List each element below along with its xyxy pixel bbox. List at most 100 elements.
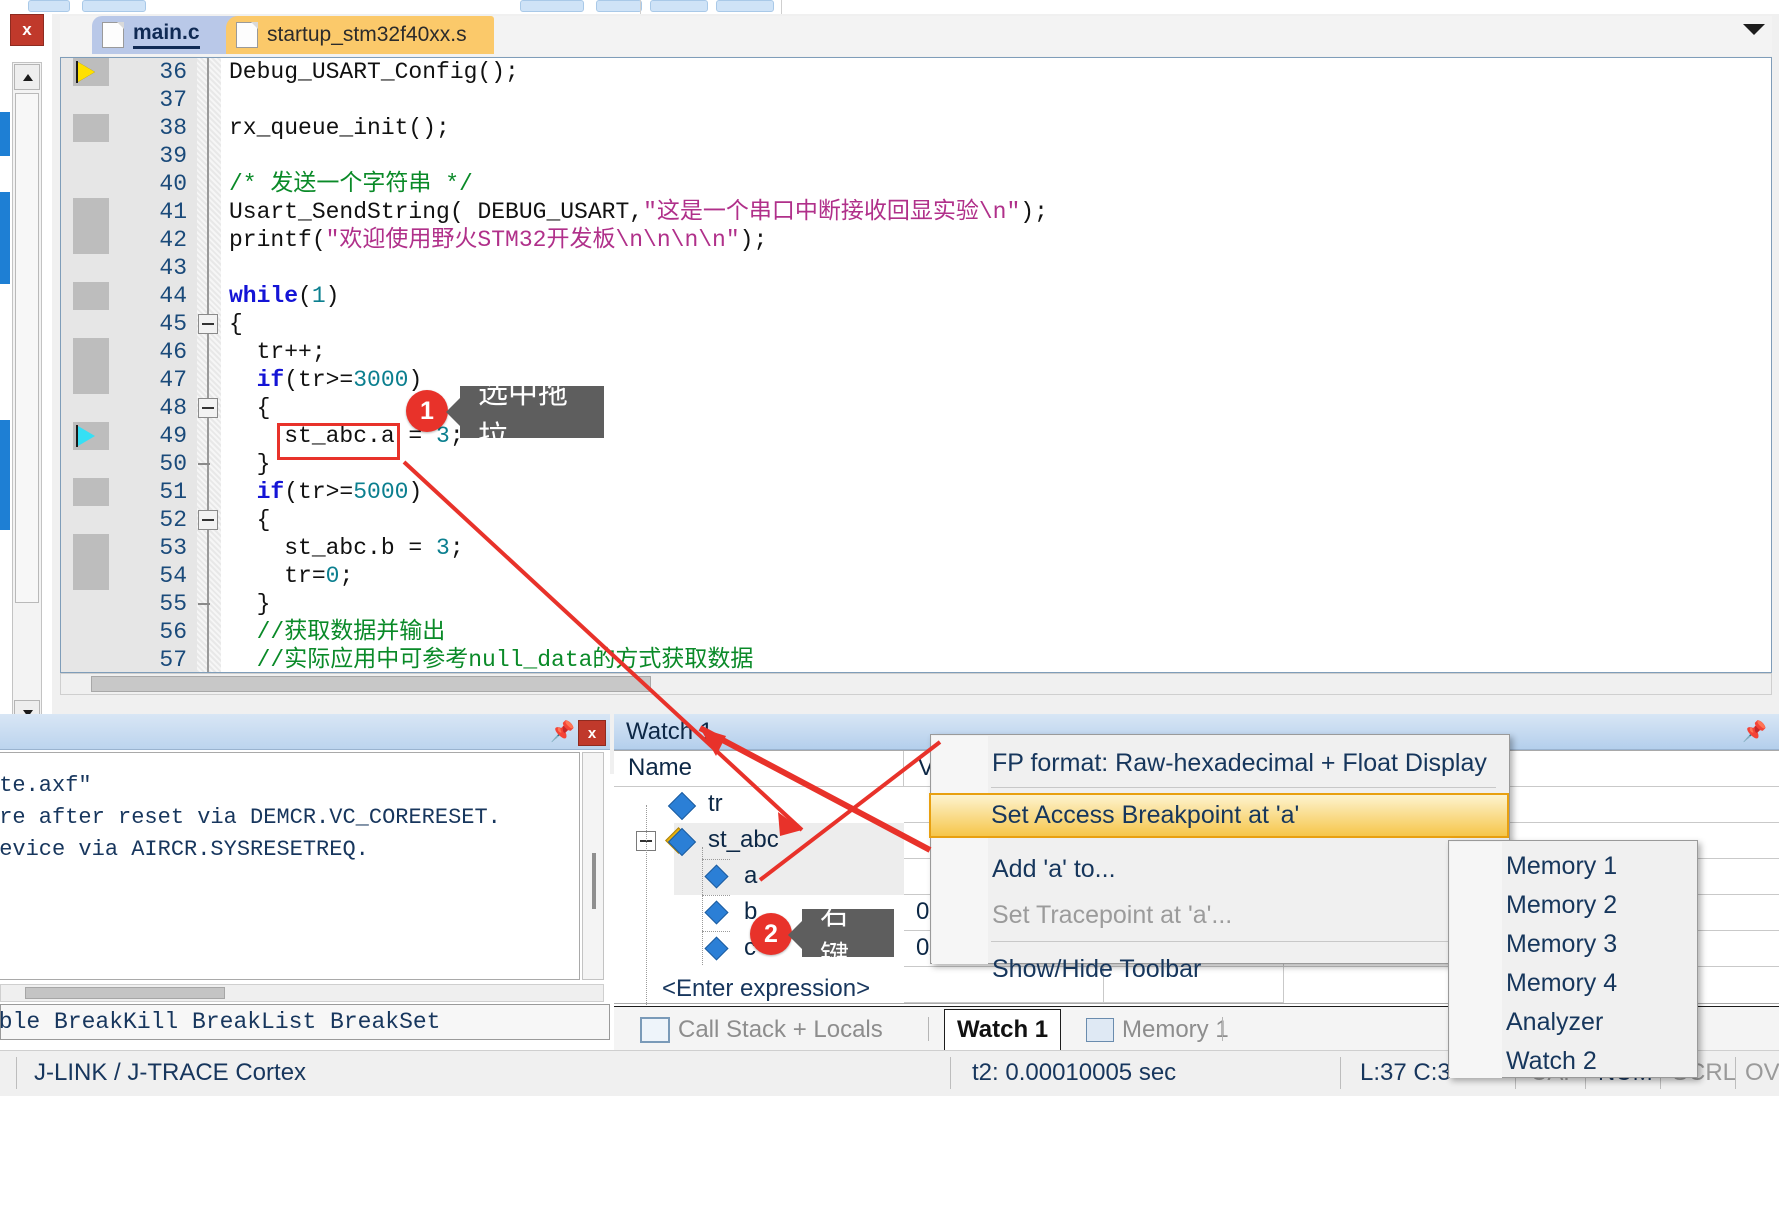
add-a-to-submenu[interactable]: Memory 1 Memory 2 Memory 3 Memory 4 Analyzer… [1448, 840, 1698, 1078]
scrollbar-thumb[interactable] [592, 853, 596, 909]
submenu-item-memory-1[interactable]: Memory 1 [1450, 847, 1697, 886]
pin-icon[interactable]: 📌 [550, 721, 575, 743]
fold-toggle-icon[interactable] [198, 398, 218, 418]
scroll-up-button[interactable] [14, 64, 40, 90]
watch-variable-name: a [744, 862, 758, 889]
menu-item-fp-format-raw-hexadecimal-float-display[interactable]: FP format: Raw-hexadecimal + Float Displ… [932, 741, 1509, 786]
menu-item-set-access-breakpoint-at-a[interactable]: Set Access Breakpoint at 'a' [929, 793, 1509, 838]
output-line: ate.axf" [0, 773, 92, 798]
status-position: L:37 C:3 [1360, 1059, 1451, 1086]
breakpoint-slot[interactable] [73, 478, 109, 506]
enter-expression-row[interactable]: <Enter expression> [662, 975, 870, 1003]
toolbar-chip[interactable] [28, 0, 70, 12]
code-line[interactable]: 57 //实际应用中可参考null_data的方式获取数据 [61, 646, 1771, 673]
code-text: //实际应用中可参考null_data的方式获取数据 [229, 647, 754, 673]
code-line[interactable]: 41 Usart_SendString( DEBUG_USART,"这是一个串口中… [61, 198, 1771, 226]
code-line[interactable]: 44 while(1) [61, 282, 1771, 310]
code-text: { [229, 507, 271, 533]
line-number: 57 [159, 647, 187, 673]
fold-end-tick-icon [198, 603, 210, 605]
close-icon[interactable]: x [578, 720, 606, 746]
status-debugger: J-LINK / J-TRACE Cortex [34, 1059, 307, 1086]
close-document-button[interactable]: x [10, 14, 44, 46]
code-line[interactable]: 55 } [61, 590, 1771, 618]
output-vertical-scrollbar[interactable] [582, 752, 604, 980]
breakpoint-slot[interactable] [73, 114, 109, 142]
menu-item-show-hide-toolbar[interactable]: Show/Hide Toolbar [932, 947, 1509, 992]
submenu-item-memory-2[interactable]: Memory 2 [1450, 886, 1697, 925]
tab-startup-stm32f40xx-s[interactable]: startup_stm32f40xx.s [226, 16, 494, 54]
column-label: Name [628, 754, 693, 781]
submenu-item-label: Memory 4 [1506, 969, 1618, 997]
toolbar-chip[interactable] [520, 0, 584, 12]
code-horizontal-scrollbar[interactable] [60, 673, 1772, 695]
scrollbar-thumb[interactable] [91, 676, 651, 692]
tab-call-stack-locals[interactable]: Call Stack + Locals [628, 1009, 895, 1050]
code-line[interactable]: 47 if(tr>=3000) [61, 366, 1771, 394]
tab-label: Watch 1 [957, 1016, 1049, 1043]
fold-toggle-icon[interactable] [198, 510, 218, 530]
code-text: rx_queue_init(); [229, 115, 450, 141]
tab-memory-1[interactable]: Memory 1 [1074, 1009, 1241, 1050]
code-line[interactable]: 36 Debug_USART_Config(); [61, 58, 1771, 86]
submenu-item-watch-2[interactable]: Watch 2 [1450, 1042, 1697, 1081]
breakpoint-slot[interactable] [73, 534, 109, 562]
menu-item-label: Add 'a' to... [992, 855, 1116, 883]
line-number: 53 [159, 535, 187, 561]
status-separator [1340, 1057, 1341, 1089]
code-text: tr=0; [229, 563, 354, 589]
command-input-bar[interactable]: able BreakKill BreakList BreakSet [0, 1004, 610, 1040]
status-separator [16, 1057, 17, 1089]
line-number: 40 [159, 171, 187, 197]
toolbar-chip[interactable] [596, 0, 642, 12]
code-line[interactable]: 42 printf("欢迎使用野火STM32开发板\n\n\n\n"); [61, 226, 1771, 254]
code-line[interactable]: 56 //获取数据并输出 [61, 618, 1771, 646]
toolbar-chip[interactable] [82, 0, 146, 12]
code-line[interactable]: 48 { [61, 394, 1771, 422]
breakpoint-slot[interactable] [73, 226, 109, 254]
tab-label: startup_stm32f40xx.s [267, 23, 467, 46]
tab-watch-1[interactable]: Watch 1 [944, 1009, 1062, 1050]
code-line[interactable]: 45 { [61, 310, 1771, 338]
breakpoint-slot[interactable] [73, 198, 109, 226]
fold-toggle-icon[interactable] [198, 314, 218, 334]
breakpoint-slot[interactable] [73, 338, 109, 366]
code-line[interactable]: 38 rx_queue_init(); [61, 114, 1771, 142]
pin-icon[interactable]: 📌 [1742, 721, 1767, 743]
submenu-item-analyzer[interactable]: Analyzer [1450, 1003, 1697, 1042]
breakpoint-slot[interactable] [73, 282, 109, 310]
code-editor[interactable]: 36 Debug_USART_Config(); 37 38 rx_queue_init… [60, 57, 1772, 673]
submenu-item-memory-3[interactable]: Memory 3 [1450, 925, 1697, 964]
chevron-up-icon [23, 74, 33, 81]
bookmark-marker [0, 192, 10, 284]
code-line[interactable]: 46 tr++; [61, 338, 1771, 366]
annotation-badge-1: 1 [406, 390, 448, 432]
code-line[interactable]: 40 /* 发送一个字符串 */ [61, 170, 1771, 198]
code-line[interactable]: 53 st_abc.b = 3; [61, 534, 1771, 562]
scrollbar-thumb[interactable] [15, 93, 39, 603]
status-separator [1735, 1057, 1736, 1089]
chevron-down-icon[interactable] [1743, 24, 1765, 35]
code-line[interactable]: 39 [61, 142, 1771, 170]
watch-column-header-name[interactable]: Name [614, 751, 904, 787]
menu-item-add-a-to[interactable]: Add 'a' to... [932, 847, 1509, 892]
code-line[interactable]: 43 [61, 254, 1771, 282]
output-horizontal-scrollbar[interactable] [0, 984, 604, 1002]
output-pane-body[interactable]: ate.axf" ore after reset via DEMCR.VC_CO… [0, 752, 580, 980]
tree-guide-line [702, 895, 730, 896]
scrollbar-thumb[interactable] [25, 987, 225, 999]
breakpoint-slot[interactable] [73, 562, 109, 590]
submenu-item-memory-4[interactable]: Memory 4 [1450, 964, 1697, 1003]
breakpoint-slot[interactable] [73, 366, 109, 394]
code-line[interactable]: 52 { [61, 506, 1771, 534]
context-menu[interactable]: FP format: Raw-hexadecimal + Float Displ… [929, 734, 1510, 983]
output-line: device via AIRCR.SYSRESETREQ. [0, 837, 369, 862]
line-number: 44 [159, 283, 187, 309]
code-line[interactable]: 54 tr=0; [61, 562, 1771, 590]
code-line[interactable]: 37 [61, 86, 1771, 114]
code-line[interactable]: 51 if(tr>=5000) [61, 478, 1771, 506]
editor-vertical-scrollbar[interactable] [12, 62, 42, 728]
fold-end-tick-icon [198, 463, 210, 465]
code-text: /* 发送一个字符串 */ [229, 171, 473, 197]
annotation-badge-2: 2 [750, 913, 792, 955]
